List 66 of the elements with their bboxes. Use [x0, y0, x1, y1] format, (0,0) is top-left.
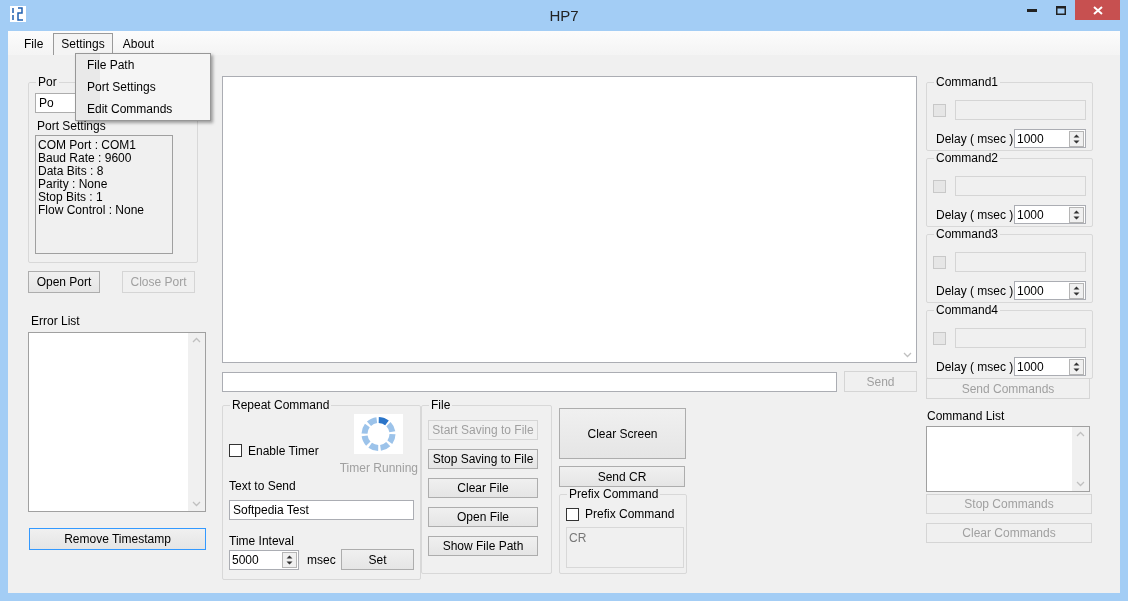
group-title: Command3 [935, 227, 1000, 241]
field-label: Port Settings [37, 119, 107, 133]
checkbox-label: Prefix Command [585, 507, 675, 521]
group-title: Prefix Command [568, 487, 660, 501]
menu-item[interactable]: Settings [53, 33, 113, 55]
close-button[interactable] [1075, 0, 1120, 20]
spinner-arrows-icon [282, 551, 297, 568]
close-icon [1092, 5, 1103, 15]
timer-status: Timer Running [339, 461, 418, 475]
spinner-arrows-icon [1069, 358, 1084, 375]
settings-line: Data Bits : 8 [38, 165, 105, 178]
send-field[interactable] [222, 371, 837, 392]
group-title: Command1 [935, 75, 1000, 89]
group-title: Command4 [935, 303, 1000, 317]
field-label: Time Inteval [229, 534, 295, 548]
port-button[interactable]: Open Port [28, 271, 100, 293]
window-title: HP7 [549, 6, 579, 24]
scrollbar[interactable] [188, 333, 205, 511]
spinner-arrows-icon [1069, 130, 1084, 147]
app-icon [10, 6, 26, 22]
menu-item[interactable]: Port Settings [76, 76, 208, 98]
field-label: Delay ( msec ) [936, 359, 1014, 374]
scroll-down-icon [192, 501, 201, 507]
file-button[interactable]: Show File Path [428, 536, 538, 556]
group-title: File [430, 398, 452, 412]
send-cr-button[interactable]: Send CR [559, 466, 685, 487]
number-field[interactable]: 5000 [229, 549, 299, 570]
scroll-up-icon [192, 337, 201, 343]
checkbox[interactable] [229, 444, 242, 457]
clear-screen-button[interactable]: Clear Screen [559, 408, 686, 459]
settings-line: Parity : None [38, 178, 109, 191]
spinner-arrows-icon [1069, 282, 1084, 299]
settings-line: Flow Control : None [38, 204, 146, 217]
menu-item[interactable]: File Path [76, 54, 208, 76]
field-label: Text to Send [229, 479, 297, 493]
list-box[interactable] [28, 332, 206, 512]
field-label: Command List [927, 409, 1006, 423]
menu-item[interactable]: Edit Commands [76, 98, 208, 120]
minimize-icon [1026, 8, 1037, 12]
menu-item[interactable]: File [16, 33, 52, 55]
group-title: Command2 [935, 151, 1000, 165]
settings-line: COM Port : COM1 [38, 139, 137, 152]
menu-item[interactable]: About [114, 33, 163, 55]
field-label: Delay ( msec ) [936, 207, 1014, 222]
text-field[interactable]: Softpedia Test [229, 500, 414, 520]
file-button[interactable]: Stop Saving to File [428, 449, 538, 469]
list-box[interactable] [926, 426, 1090, 492]
scroll-down-icon [1076, 481, 1085, 487]
checkbox-label: Enable Timer [248, 443, 319, 458]
spinner-arrows-icon [1069, 206, 1084, 223]
settings-line: Stop Bits : 1 [38, 191, 104, 204]
group-title: Repeat Command [231, 398, 331, 412]
remove-timestamp-button[interactable]: Remove Timestamp [29, 528, 206, 550]
scrollbar[interactable] [1072, 427, 1089, 491]
file-button[interactable]: Open File [428, 507, 538, 527]
file-button[interactable]: Clear File [428, 478, 538, 498]
set-button[interactable]: Set [341, 549, 414, 570]
field-label: Error List [31, 314, 81, 328]
group-title: Por [37, 75, 58, 89]
scroll-up-icon [1076, 431, 1085, 437]
field-label: Delay ( msec ) [936, 131, 1014, 146]
settings-line: Baud Rate : 9600 [38, 152, 133, 165]
field-label: Delay ( msec ) [936, 283, 1014, 298]
unit-label: msec [307, 552, 336, 567]
scroll-down-icon [903, 352, 912, 358]
maximize-icon [1055, 5, 1066, 15]
